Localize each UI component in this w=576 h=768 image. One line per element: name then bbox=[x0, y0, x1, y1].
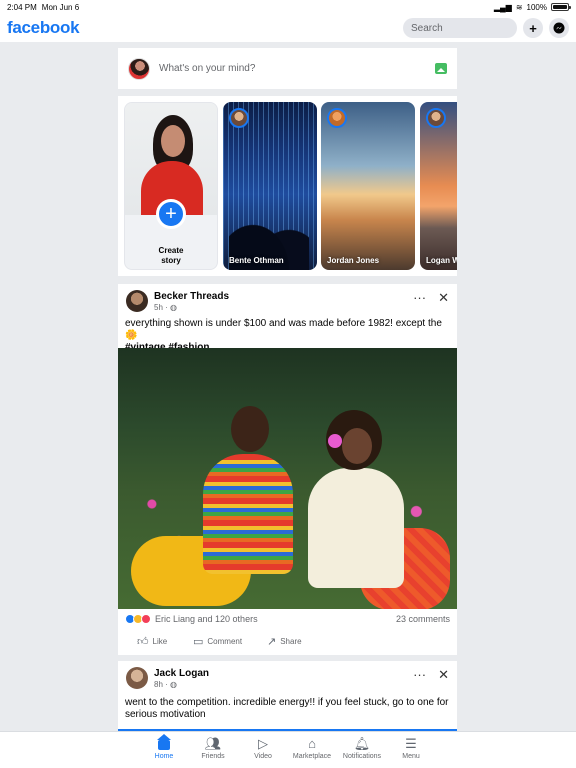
home-icon bbox=[157, 734, 171, 750]
photo-icon[interactable] bbox=[435, 63, 447, 74]
signal-icon: ▂▄▆ bbox=[493, 2, 512, 12]
tab-menu[interactable]: ☰ Menu bbox=[381, 736, 441, 760]
share-label: Share bbox=[280, 637, 302, 646]
messenger-icon[interactable] bbox=[549, 18, 569, 38]
status-date: Mon Jun 6 bbox=[41, 2, 80, 12]
wifi-icon: ≋ bbox=[515, 2, 523, 12]
create-story-card[interactable]: + Create story bbox=[124, 102, 218, 270]
story-name: Bente Othman bbox=[229, 256, 284, 265]
status-bar: 2:04 PM Mon Jun 6 ▂▄▆ ≋ 100% bbox=[0, 0, 576, 14]
author-avatar[interactable] bbox=[126, 290, 148, 312]
story-avatar bbox=[229, 108, 249, 128]
feed-post: Jack Logan 8h · ◍ ··· ✕ went to the comp… bbox=[118, 661, 457, 731]
love-reaction-icon bbox=[141, 614, 151, 624]
comment-label: Comment bbox=[207, 637, 243, 646]
post-body: went to the competition. incredible ener… bbox=[125, 697, 449, 720]
story-card[interactable]: Jordan Jones bbox=[321, 102, 415, 270]
bottom-tab-bar: Home 👥︎ Friends ▷ Video ⌂ Marketplace 🔔︎… bbox=[0, 731, 576, 768]
like-label: Like bbox=[152, 637, 168, 646]
share-button[interactable]: ↗ Share bbox=[267, 635, 302, 648]
search-input[interactable]: Search bbox=[403, 18, 517, 38]
post-body: everything shown is under $100 and was m… bbox=[125, 318, 442, 341]
composer-prompt[interactable]: What's on your mind? bbox=[159, 63, 255, 74]
author-name[interactable]: Jack Logan bbox=[154, 668, 209, 679]
reactions-summary[interactable]: Eric Liang and 120 others bbox=[125, 614, 258, 624]
facebook-logo[interactable]: facebook bbox=[7, 18, 80, 38]
feed-post: Becker Threads 5h · ◍ ··· ✕ everything s… bbox=[118, 284, 457, 655]
stories-tray: + Create story Bente Othman Jordan Jones… bbox=[118, 96, 457, 276]
comment-icon: ▭ bbox=[193, 636, 204, 648]
author-name[interactable]: Becker Threads bbox=[154, 291, 229, 302]
author-avatar[interactable] bbox=[126, 667, 148, 689]
globe-icon: ◍ bbox=[170, 302, 178, 312]
close-icon[interactable]: ✕ bbox=[438, 667, 449, 683]
status-time: 2:04 PM bbox=[7, 2, 37, 12]
app-header: facebook Search + bbox=[0, 14, 576, 42]
post-time: 8h · ◍ bbox=[154, 679, 178, 689]
plus-icon[interactable]: + bbox=[523, 18, 543, 38]
create-story-label: Create story bbox=[158, 246, 184, 265]
comments-count[interactable]: 23 comments bbox=[396, 614, 450, 624]
thumbs-up-icon: 👍︎ bbox=[137, 636, 149, 648]
share-icon: ↗ bbox=[267, 636, 277, 648]
avatar[interactable] bbox=[128, 57, 150, 80]
globe-icon: ◍ bbox=[170, 679, 178, 689]
story-name: Jordan Jones bbox=[327, 256, 380, 265]
post-time: 5h · ◍ bbox=[154, 302, 178, 312]
story-avatar bbox=[327, 108, 347, 128]
story-name: Logan Wi bbox=[426, 256, 457, 265]
post-header: Jack Logan 8h · ◍ bbox=[126, 667, 209, 689]
story-card[interactable]: Bente Othman bbox=[223, 102, 317, 270]
story-avatar bbox=[426, 108, 446, 128]
like-button[interactable]: 👍︎ Like bbox=[137, 635, 167, 648]
more-options-icon[interactable]: ··· bbox=[413, 667, 426, 683]
comment-button[interactable]: ▭ Comment bbox=[193, 635, 242, 648]
add-story-plus-icon[interactable]: + bbox=[156, 199, 186, 229]
more-options-icon[interactable]: ··· bbox=[413, 290, 426, 306]
post-header: Becker Threads 5h · ◍ bbox=[126, 290, 229, 312]
close-icon[interactable]: ✕ bbox=[438, 290, 449, 306]
reactions-text: Eric Liang and 120 others bbox=[155, 614, 258, 624]
battery-icon bbox=[551, 3, 571, 11]
menu-icon: ☰ bbox=[405, 736, 417, 751]
story-card[interactable]: Logan Wi bbox=[420, 102, 457, 270]
post-composer[interactable]: What's on your mind? bbox=[118, 48, 457, 89]
battery-percent: 100% bbox=[526, 2, 547, 12]
post-photo[interactable] bbox=[118, 348, 457, 609]
post-action-row: 👍︎ Like ▭ Comment ↗ Share bbox=[118, 635, 457, 651]
tab-label: Menu bbox=[402, 753, 420, 760]
